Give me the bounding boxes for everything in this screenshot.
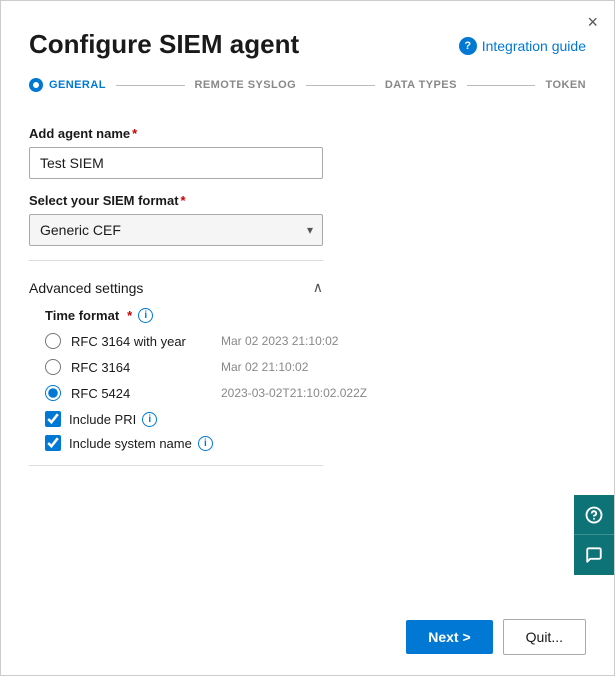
side-fab-container — [574, 495, 614, 575]
divider-1 — [29, 260, 323, 261]
agent-name-input[interactable] — [29, 147, 323, 179]
modal-header: Configure SIEM agent ? Integration guide — [1, 1, 614, 60]
time-format-required: * — [127, 308, 132, 323]
radio-example-rfc3164year: Mar 02 2023 21:10:02 — [221, 334, 338, 348]
step-token-label: TOKEN — [545, 79, 586, 91]
include-system-name-row: Include system name i — [45, 435, 586, 451]
step-token: TOKEN — [545, 79, 586, 91]
include-system-name-checkbox[interactable] — [45, 435, 61, 451]
siem-format-select[interactable]: Generic CEF Splunk QRadar — [29, 214, 323, 246]
advanced-settings-label: Advanced settings — [29, 280, 143, 296]
radio-row-rfc3164: RFC 3164 Mar 02 21:10:02 — [45, 359, 586, 375]
fab-question[interactable] — [574, 495, 614, 535]
next-button[interactable]: Next > — [406, 620, 492, 654]
time-format-label: Time format * i — [45, 308, 586, 323]
time-format-info-icon[interactable]: i — [138, 308, 153, 323]
include-system-name-label: Include system name i — [69, 436, 213, 451]
agent-name-required: * — [132, 126, 137, 141]
fab-chat[interactable] — [574, 535, 614, 575]
radio-rfc3164year[interactable] — [45, 333, 61, 349]
integration-guide-link[interactable]: ? Integration guide — [459, 37, 586, 55]
include-pri-row: Include PRI i — [45, 411, 586, 427]
quit-button[interactable]: Quit... — [503, 619, 586, 655]
modal-title: Configure SIEM agent — [29, 29, 299, 60]
radio-label-rfc3164: RFC 3164 — [71, 360, 211, 375]
integration-guide-label: Integration guide — [482, 38, 586, 54]
agent-name-label: Add agent name* — [29, 126, 586, 141]
divider-2 — [29, 465, 323, 466]
advanced-settings-toggle[interactable]: Advanced settings ∧ — [29, 275, 323, 300]
radio-row-rfc3164year: RFC 3164 with year Mar 02 2023 21:10:02 — [45, 333, 586, 349]
radio-row-rfc5424: RFC 5424 2023-03-02T21:10:02.022Z — [45, 385, 586, 401]
radio-example-rfc3164: Mar 02 21:10:02 — [221, 360, 308, 374]
help-icon: ? — [459, 37, 477, 55]
step-general: GENERAL — [29, 78, 106, 92]
include-pri-checkbox[interactable] — [45, 411, 61, 427]
step-remote-syslog: REMOTE SYSLOG — [195, 79, 297, 91]
step-line-3 — [467, 85, 536, 86]
siem-format-label: Select your SIEM format* — [29, 193, 586, 208]
configure-siem-modal: × Configure SIEM agent ? Integration gui… — [0, 0, 615, 676]
radio-example-rfc5424: 2023-03-02T21:10:02.022Z — [221, 386, 367, 400]
step-remote-syslog-label: REMOTE SYSLOG — [195, 79, 297, 91]
step-line-2 — [306, 85, 375, 86]
modal-body: Add agent name* Select your SIEM format*… — [1, 102, 614, 605]
radio-rfc3164[interactable] — [45, 359, 61, 375]
siem-format-wrapper: Generic CEF Splunk QRadar ▾ — [29, 214, 323, 246]
radio-label-rfc5424: RFC 5424 — [71, 386, 211, 401]
step-data-types: DATA TYPES — [385, 79, 457, 91]
step-general-label: GENERAL — [49, 79, 106, 91]
modal-footer: Next > Quit... — [1, 605, 614, 675]
time-format-section: Time format * i RFC 3164 with year Mar 0… — [45, 308, 586, 451]
chevron-up-icon: ∧ — [313, 279, 323, 296]
close-button[interactable]: × — [587, 13, 598, 31]
siem-format-required: * — [181, 193, 186, 208]
radio-label-rfc3164year: RFC 3164 with year — [71, 334, 211, 349]
include-system-name-info-icon[interactable]: i — [198, 436, 213, 451]
step-line-1 — [116, 85, 185, 86]
include-pri-info-icon[interactable]: i — [142, 412, 157, 427]
include-pri-label: Include PRI i — [69, 412, 157, 427]
step-data-types-label: DATA TYPES — [385, 79, 457, 91]
radio-rfc5424[interactable] — [45, 385, 61, 401]
stepper: GENERAL REMOTE SYSLOG DATA TYPES TOKEN — [1, 60, 614, 102]
step-general-dot — [29, 78, 43, 92]
